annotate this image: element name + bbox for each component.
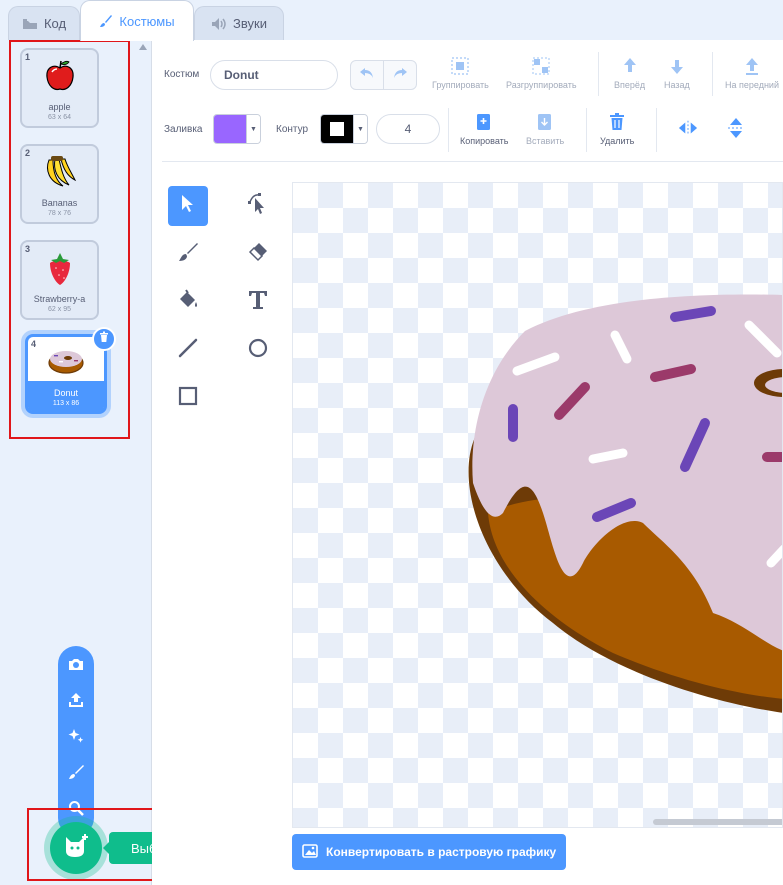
tab-code[interactable]: Код	[8, 6, 80, 40]
outline-color-swatch	[321, 115, 353, 143]
fill-label: Заливка	[164, 124, 203, 135]
rectangle-icon	[177, 385, 199, 412]
costume-list-highlight	[9, 40, 130, 439]
surprise-icon[interactable]	[66, 726, 86, 746]
line-icon	[177, 337, 199, 364]
select-tool[interactable]	[168, 186, 208, 226]
delete-shape-label: Удалить	[600, 136, 635, 146]
toolbar-divider	[586, 108, 587, 152]
bring-front-label: На передний	[725, 80, 779, 90]
circle-tool[interactable]	[238, 330, 278, 370]
toolbar-divider	[712, 52, 713, 96]
ungroup-icon	[531, 56, 551, 76]
eraser-icon	[247, 241, 269, 268]
brush-icon	[177, 241, 199, 268]
donut-drawing	[468, 294, 782, 713]
outline-width-input[interactable]: 4	[376, 114, 440, 144]
arrow-up-icon	[620, 56, 640, 76]
paint-icon[interactable]	[66, 762, 86, 782]
costume-name-input[interactable]: Donut	[210, 60, 338, 90]
redo-icon	[392, 66, 408, 84]
upload-icon[interactable]	[66, 690, 86, 710]
fill-color-swatch	[214, 115, 246, 143]
tab-sounds-label: Звуки	[233, 16, 267, 31]
flip-vertical-button[interactable]	[726, 118, 746, 142]
paste-label: Вставить	[526, 136, 565, 146]
camera-icon[interactable]	[66, 654, 86, 674]
delete-shape-button[interactable]: Удалить	[600, 112, 634, 146]
tab-code-label: Код	[43, 16, 67, 31]
backward-label: Назад	[664, 80, 690, 90]
eraser-tool[interactable]	[238, 234, 278, 274]
tab-costumes-label: Костюмы	[119, 13, 175, 29]
toolbar-divider	[598, 52, 599, 96]
circle-icon	[247, 337, 269, 364]
text-tool[interactable]	[238, 282, 278, 322]
drawing-canvas[interactable]	[292, 182, 783, 828]
forward-label: Вперёд	[614, 80, 646, 90]
paste-icon	[535, 112, 555, 132]
trash-icon	[607, 112, 627, 132]
toolbar-divider	[656, 108, 657, 152]
chevron-down-icon: ▼	[353, 115, 367, 143]
group-button[interactable]: Группировать	[432, 56, 489, 90]
bring-to-front-icon	[742, 56, 762, 76]
flip-vertical-icon	[726, 118, 746, 138]
copy-label: Копировать	[460, 136, 509, 146]
undo-icon	[359, 66, 375, 84]
forward-button[interactable]: Вперёд	[614, 56, 645, 90]
convert-to-bitmap-button[interactable]: Конвертировать в растровую графику	[292, 834, 566, 870]
fill-color-picker[interactable]: ▼	[213, 114, 261, 144]
code-icon	[22, 18, 38, 30]
chevron-down-icon: ▼	[246, 115, 260, 143]
ungroup-label: Разгруппировать	[506, 80, 577, 90]
toolbar-divider	[448, 108, 449, 152]
canvas-horizontal-scrollbar[interactable]	[653, 819, 782, 825]
rectangle-tool[interactable]	[168, 378, 208, 418]
tab-costumes[interactable]: Костюмы	[80, 0, 194, 41]
reshape-tool[interactable]	[238, 186, 278, 226]
flip-horizontal-button[interactable]	[678, 118, 698, 142]
outline-label: Контур	[276, 124, 309, 135]
redo-button[interactable]	[383, 60, 417, 90]
copy-button[interactable]: Копировать	[460, 112, 508, 146]
outline-color-picker[interactable]: ▼	[320, 114, 368, 144]
reshape-icon	[247, 192, 269, 221]
speaker-icon	[211, 17, 227, 31]
toolbar-divider-horizontal	[162, 161, 783, 162]
backward-button[interactable]: Назад	[664, 56, 690, 90]
convert-label: Конвертировать в растровую графику	[326, 845, 557, 859]
image-icon	[302, 843, 318, 861]
fill-tool[interactable]	[168, 282, 208, 322]
flip-horizontal-icon	[678, 118, 698, 138]
fill-icon	[177, 288, 199, 316]
line-tool[interactable]	[168, 330, 208, 370]
paint-editor: Костюм Donut Группировать Разгруппироват…	[152, 40, 783, 885]
arrow-down-icon	[667, 56, 687, 76]
undo-redo-group	[350, 60, 418, 90]
group-icon	[450, 56, 470, 76]
ungroup-button[interactable]: Разгруппировать	[506, 56, 577, 90]
tab-sounds[interactable]: Звуки	[194, 6, 284, 40]
bring-front-button[interactable]: На передний	[725, 56, 779, 90]
group-label: Группировать	[432, 80, 489, 90]
tab-bar: Код Костюмы Звуки	[0, 0, 783, 41]
undo-button[interactable]	[350, 60, 384, 90]
brush-icon	[99, 14, 113, 28]
paste-button[interactable]: Вставить	[526, 112, 564, 146]
copy-icon	[474, 112, 494, 132]
text-icon	[247, 289, 269, 316]
costume-list-scrollbar[interactable]	[136, 40, 150, 885]
brush-tool[interactable]	[168, 234, 208, 274]
select-icon	[179, 194, 197, 219]
costume-name-label: Костюм	[164, 69, 200, 80]
